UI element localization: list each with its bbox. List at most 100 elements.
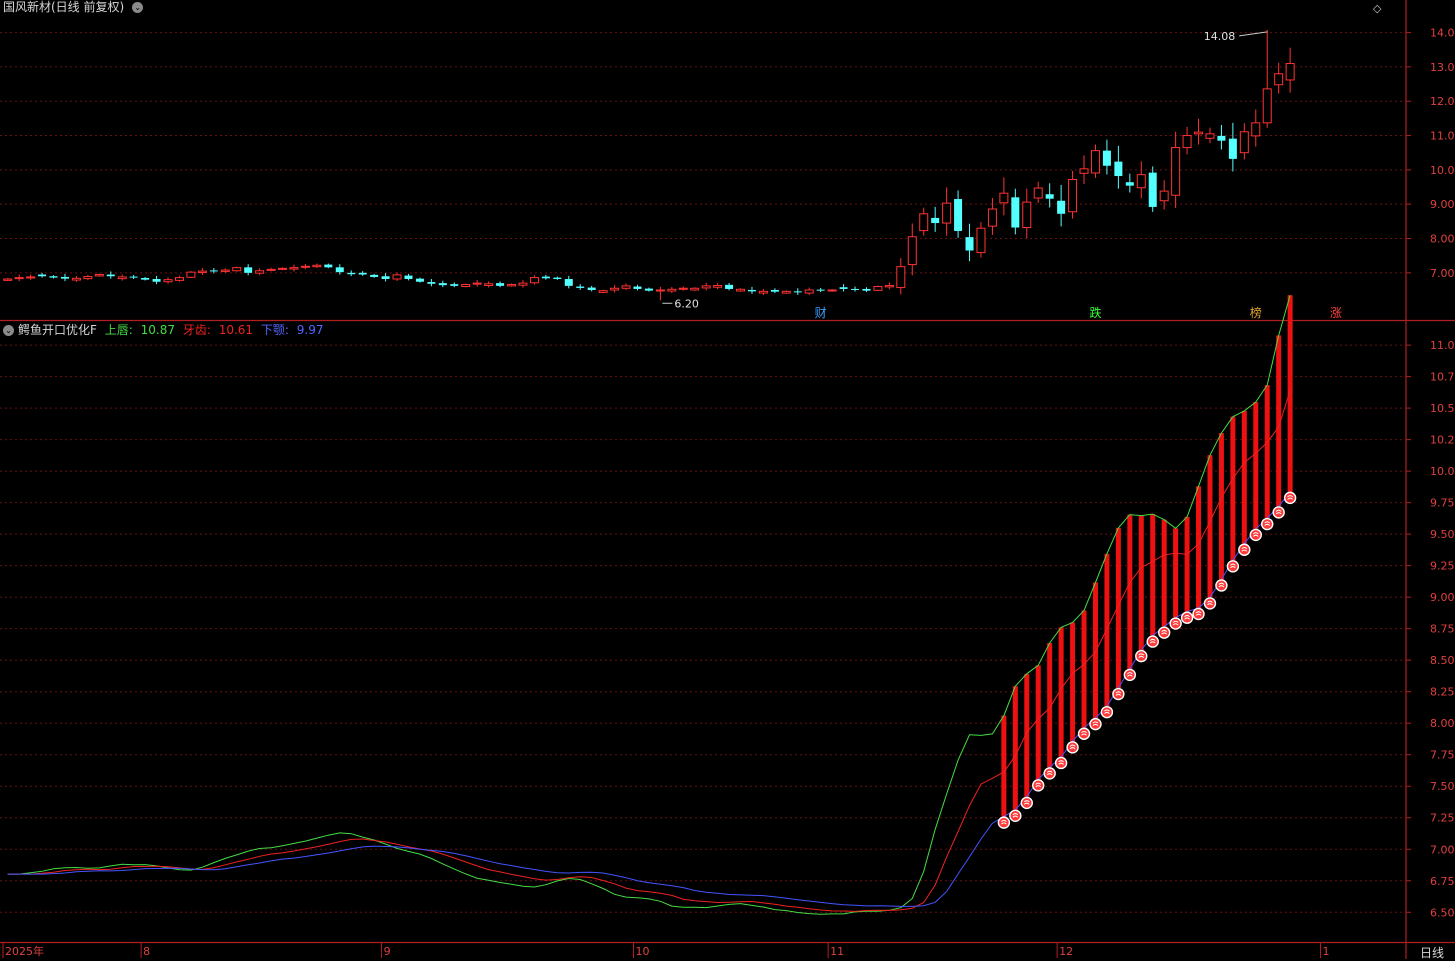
opening-bar: [1150, 514, 1156, 636]
low-price-label: 6.20: [674, 297, 699, 310]
signal-marker: [1192, 607, 1205, 621]
price-tick-label: 13.00: [1430, 61, 1455, 74]
candle: [404, 273, 413, 281]
price-tick-label: 10.00: [1430, 164, 1455, 177]
candle: [690, 287, 700, 291]
candle: [1194, 118, 1204, 145]
candle: [758, 288, 768, 295]
candle: [1217, 124, 1226, 150]
candle: [598, 289, 608, 294]
period-label[interactable]: 日线: [1420, 944, 1444, 961]
candle: [14, 274, 24, 282]
signal-marker: [1203, 597, 1217, 610]
event-marker[interactable]: 跌: [1089, 305, 1101, 320]
candle: [576, 284, 585, 290]
candle: [370, 273, 379, 278]
candle: [553, 276, 562, 280]
candle: [770, 288, 779, 294]
price-tick-label: 14.00: [1430, 27, 1455, 40]
candle: [484, 281, 494, 288]
candle: [1057, 184, 1066, 227]
candle: [655, 286, 665, 301]
chevron-down-icon[interactable]: ⌄: [132, 2, 144, 13]
opening-bar: [1161, 519, 1167, 627]
high-price-annotation: 14.08: [1204, 30, 1268, 43]
candle: [804, 287, 814, 295]
date-tick-label: 12: [1059, 945, 1073, 958]
signal-marker: [1100, 705, 1114, 719]
candle: [1079, 155, 1089, 185]
diamond-icon[interactable]: ◇: [1373, 2, 1381, 15]
candle: [644, 287, 653, 292]
candle: [244, 264, 253, 276]
candle: [129, 274, 138, 279]
candle: [816, 287, 825, 293]
candle: [1159, 180, 1169, 210]
candle: [415, 277, 424, 283]
indicator-tick-label: 9.00: [1430, 591, 1455, 604]
candle: [163, 277, 173, 284]
date-tick-label: 9: [384, 945, 391, 958]
candle: [896, 258, 906, 295]
candle: [49, 275, 58, 279]
indicator-axis: 11.00 10.75 10.50 10.25 10.00 9.75 9.50 9.25 9.0…: [1406, 339, 1455, 919]
indicator-tick-label: 9.50: [1430, 528, 1455, 541]
date-tick-label: 8: [143, 945, 150, 958]
signal-marker: [1249, 528, 1262, 542]
opening-bar: [1001, 715, 1007, 817]
candle: [965, 223, 974, 262]
candlestick-series: [3, 29, 1295, 301]
upper-lip-label: 上唇: [104, 323, 129, 337]
candle: [392, 272, 402, 281]
chevron-down-icon[interactable]: ⌄: [3, 325, 14, 336]
event-marker[interactable]: 榜: [1250, 305, 1262, 320]
opening-bar: [1184, 516, 1190, 612]
candle: [83, 274, 93, 281]
signal-marker: [1054, 756, 1068, 770]
date-tick-label: 10: [635, 945, 649, 958]
signal-marker: [1123, 668, 1137, 682]
candle: [324, 263, 333, 269]
signal-marker: [1283, 491, 1297, 505]
indicator-tick-label: 10.25: [1430, 434, 1455, 447]
candle: [931, 206, 940, 232]
candle: [518, 280, 528, 288]
candle: [1148, 166, 1157, 212]
candle: [232, 266, 242, 272]
candle: [873, 285, 883, 292]
indicator-tick-label: 8.75: [1430, 623, 1455, 636]
signal-marker: [1135, 649, 1148, 663]
candle: [1285, 47, 1295, 93]
candle: [1239, 123, 1249, 160]
candle: [725, 283, 734, 291]
candle: [347, 270, 356, 277]
opening-bar: [1138, 515, 1144, 651]
candle: [529, 275, 539, 285]
event-marker[interactable]: 涨: [1330, 305, 1342, 320]
candle: [220, 268, 230, 273]
indicator-tick-label: 9.25: [1430, 560, 1455, 573]
event-marker[interactable]: 财: [815, 306, 827, 320]
opening-bar: [1070, 622, 1076, 742]
candle: [987, 198, 997, 235]
indicator-header: ⌄ 鳄鱼开口优化F 上唇: 10.87 牙齿: 10.61 下颚: 9.97: [3, 323, 328, 337]
candle: [278, 267, 288, 271]
opening-bar: [1012, 686, 1018, 810]
signal-marker: [1272, 506, 1285, 519]
candle: [26, 274, 36, 280]
signal-marker: [1089, 717, 1102, 731]
candle: [1033, 181, 1043, 203]
candle: [736, 288, 746, 292]
candle: [851, 286, 860, 292]
indicator-name: 鳄鱼开口优化F: [18, 323, 97, 337]
candle: [38, 272, 47, 278]
indicator-tick-label: 7.75: [1430, 749, 1455, 762]
candle: [610, 285, 620, 293]
candle: [827, 288, 837, 292]
candle: [564, 275, 573, 289]
teeth-label: 牙齿: [182, 323, 207, 337]
indicator-tick-label: 7.00: [1430, 843, 1455, 856]
candle: [1171, 131, 1181, 208]
candle: [1205, 127, 1215, 144]
price-tick-label: 7.00: [1430, 267, 1455, 280]
